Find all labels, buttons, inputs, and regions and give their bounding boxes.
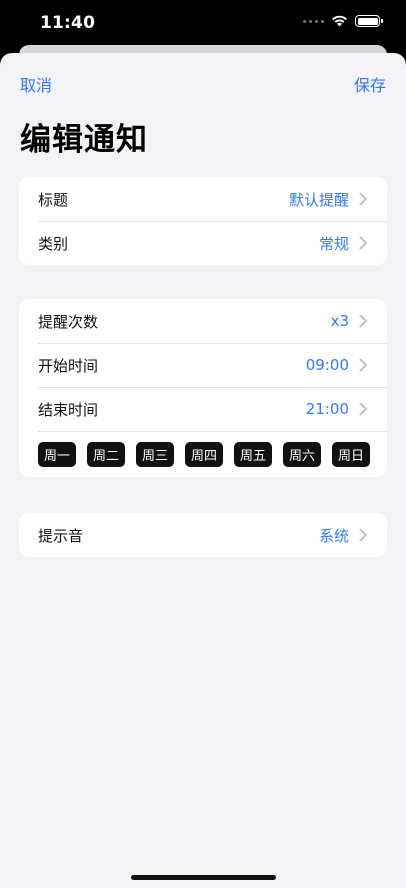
day-chip-mon[interactable]: 周一 [38, 441, 76, 467]
day-chip-tue[interactable]: 周二 [87, 441, 125, 467]
chevron-right-icon [359, 528, 367, 542]
start-time-value: 09:00 [305, 356, 349, 374]
cellular-dots-icon [303, 19, 324, 23]
chevron-right-icon [359, 402, 367, 416]
category-row-value: 常规 [318, 234, 349, 253]
basic-info-group: 标题 默认提醒 类别 常规 [19, 177, 387, 265]
chevron-right-icon [359, 236, 367, 250]
reminder-count-value: x3 [330, 312, 349, 330]
wifi-icon [332, 15, 347, 27]
day-chip-sun[interactable]: 周日 [332, 441, 370, 467]
start-time-row[interactable]: 开始时间 09:00 [19, 343, 387, 387]
title-row-label: 标题 [38, 190, 69, 209]
sound-row[interactable]: 提示音 系统 [19, 513, 387, 557]
chevron-right-icon [359, 358, 367, 372]
day-chip-wed[interactable]: 周三 [136, 441, 174, 467]
status-bar: 11:40 [0, 0, 406, 46]
category-row[interactable]: 类别 常规 [19, 221, 387, 265]
chevron-right-icon [359, 192, 367, 206]
start-time-label: 开始时间 [38, 356, 99, 375]
status-icons [303, 15, 383, 27]
reminder-count-label: 提醒次数 [38, 312, 99, 331]
page-title: 编辑通知 [20, 122, 148, 158]
save-button[interactable]: 保存 [354, 72, 386, 96]
schedule-group: 提醒次数 x3 开始时间 09:00 结束时间 21:00 周一 周二 周三 周… [19, 299, 387, 477]
weekday-selector: 周一 周二 周三 周四 周五 周六 周日 [19, 431, 387, 477]
status-time: 11:40 [40, 13, 96, 33]
end-time-value: 21:00 [305, 400, 349, 418]
reminder-count-row[interactable]: 提醒次数 x3 [19, 299, 387, 343]
cancel-button[interactable]: 取消 [20, 72, 52, 96]
battery-icon [355, 15, 383, 27]
end-time-row[interactable]: 结束时间 21:00 [19, 387, 387, 431]
sound-row-value: 系统 [318, 526, 349, 545]
title-row-value: 默认提醒 [288, 190, 349, 209]
sound-group: 提示音 系统 [19, 513, 387, 557]
day-chip-fri[interactable]: 周五 [234, 441, 272, 467]
sound-row-label: 提示音 [38, 526, 84, 545]
day-chip-sat[interactable]: 周六 [283, 441, 321, 467]
edit-notification-sheet: 取消 保存 编辑通知 标题 默认提醒 类别 常规 提醒次数 x3 开始时间 09… [0, 53, 406, 888]
end-time-label: 结束时间 [38, 400, 99, 419]
category-row-label: 类别 [38, 234, 69, 253]
day-chip-thu[interactable]: 周四 [185, 441, 223, 467]
chevron-right-icon [359, 314, 367, 328]
title-row[interactable]: 标题 默认提醒 [19, 177, 387, 221]
home-indicator [131, 875, 276, 880]
